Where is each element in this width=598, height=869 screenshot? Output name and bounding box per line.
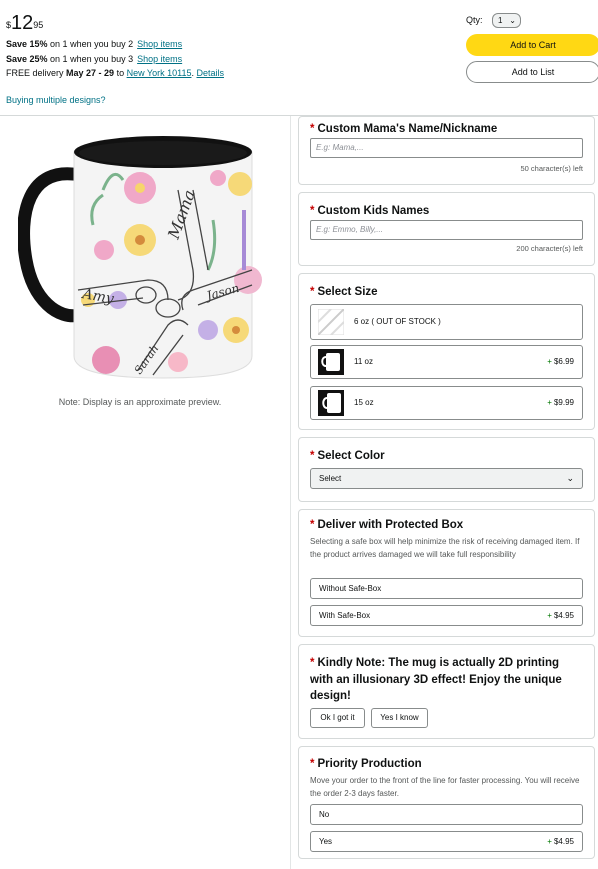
- kids-names-title-text: Custom Kids Names: [317, 205, 430, 217]
- color-select[interactable]: Select ⌄: [310, 468, 583, 489]
- mug-11oz-icon: [318, 349, 344, 375]
- priority-title-text: Priority Production: [317, 758, 422, 770]
- qty-label: Qty:: [466, 15, 483, 25]
- size-15oz-price: + $9.99: [547, 398, 574, 407]
- required-mark: *: [310, 519, 315, 531]
- qty-select[interactable]: 1 ⌄: [492, 13, 521, 28]
- plus-sign: +: [547, 837, 552, 846]
- protected-box-description: Selecting a safe box will help minimize …: [310, 537, 580, 559]
- card-select-color: * Select Color Select ⌄: [298, 437, 595, 502]
- unavailable-icon: [318, 309, 344, 335]
- protected-box-title-text: Deliver with Protected Box: [317, 519, 464, 531]
- kids-names-input[interactable]: E.g: Emmo, Billy,...: [310, 220, 583, 240]
- mama-name-title: * Custom Mama's Name/Nickname: [310, 123, 497, 135]
- offer-1-text: on 1 when you buy 2: [47, 39, 134, 49]
- add-to-list-button[interactable]: Add to List: [466, 61, 598, 83]
- without-safe-box-option[interactable]: Without Safe-Box: [310, 578, 583, 599]
- offer-line-1: Save 15% on 1 when you buy 2 Shop items: [6, 39, 182, 50]
- preview-note: Note: Display is an approximate preview.: [58, 397, 222, 407]
- priority-yes-price: + $4.95: [547, 837, 574, 846]
- price: $1295: [6, 12, 43, 34]
- delivery-details-link[interactable]: Details: [196, 68, 224, 78]
- required-mark: *: [310, 286, 315, 298]
- mug-illustration: Mama Amy Jason Sarah: [17, 136, 262, 379]
- priority-yes-option[interactable]: Yes + $4.95: [310, 831, 583, 852]
- add-to-cart-button[interactable]: Add to Cart: [466, 34, 598, 56]
- required-mark: *: [310, 123, 315, 135]
- card-mama-name: * Custom Mama's Name/Nickname E.g: Mama,.…: [298, 116, 595, 185]
- without-safe-box-label: Without Safe-Box: [319, 584, 382, 593]
- priority-title: * Priority Production: [310, 758, 422, 770]
- priority-no-option[interactable]: No: [310, 804, 583, 825]
- size-15oz-price-value: $9.99: [553, 398, 574, 407]
- mama-name-title-text: Custom Mama's Name/Nickname: [317, 123, 498, 135]
- delivery-dates: May 27 - 29: [66, 68, 115, 78]
- size-11oz-price-value: $6.99: [553, 357, 574, 366]
- card-protected-box: * Deliver with Protected Box Selecting a …: [298, 509, 595, 637]
- offer-2-text: on 1 when you buy 3: [47, 54, 134, 64]
- offer-line-2: Save 25% on 1 when you buy 3 Shop items: [6, 54, 182, 65]
- size-option-6oz[interactable]: 6 oz ( OUT OF STOCK ): [310, 304, 583, 340]
- offer-1-shop-link[interactable]: Shop items: [137, 39, 182, 49]
- card-select-size: * Select Size 6 oz ( OUT OF STOCK ) 11 oz…: [298, 273, 595, 430]
- required-mark: *: [310, 657, 315, 669]
- required-mark: *: [310, 450, 315, 462]
- size-11oz-label: 11 oz: [354, 357, 373, 366]
- plus-sign: +: [547, 611, 552, 620]
- mug-preview-image: Mama Amy Jason Sarah: [17, 130, 263, 380]
- priority-yes-price-value: $4.95: [553, 837, 574, 846]
- kids-names-title: * Custom Kids Names: [310, 205, 429, 217]
- delivery-prefix: FREE delivery: [6, 68, 67, 78]
- buying-multiple-link[interactable]: Buying multiple designs?: [6, 95, 106, 105]
- mama-name-counter: 50 character(s) left: [520, 164, 583, 173]
- color-selected-value: Select: [319, 474, 342, 483]
- offer-1-bold: Save 15%: [6, 39, 48, 49]
- card-priority-production: * Priority Production Move your order to …: [298, 746, 595, 859]
- kindly-note-title-text: Kindly Note: The mug is actually 2D prin…: [310, 657, 562, 702]
- protected-box-title: * Deliver with Protected Box: [310, 519, 463, 531]
- delivery-line: FREE delivery May 27 - 29 to New York 10…: [6, 68, 224, 79]
- priority-no-label: No: [319, 810, 330, 819]
- kindly-note-title: * Kindly Note: The mug is actually 2D pri…: [310, 655, 585, 705]
- price-whole: 12: [11, 12, 34, 34]
- size-15oz-label: 15 oz: [354, 398, 374, 407]
- chevron-down-icon: ⌄: [566, 473, 574, 483]
- size-title: * Select Size: [310, 286, 378, 298]
- mama-name-input[interactable]: E.g: Mama,...: [310, 138, 583, 158]
- priority-yes-label: Yes: [319, 837, 333, 846]
- plus-sign: +: [547, 398, 552, 407]
- mug-15oz-icon: [318, 390, 344, 416]
- size-option-15oz[interactable]: 15 oz + $9.99: [310, 386, 583, 420]
- offer-2-shop-link[interactable]: Shop items: [137, 54, 182, 64]
- delivery-to: to: [114, 68, 127, 78]
- card-kids-names: * Custom Kids Names E.g: Emmo, Billy,... …: [298, 192, 595, 266]
- with-safe-box-label: With Safe-Box: [319, 611, 371, 620]
- with-safe-box-price-value: $4.95: [553, 611, 574, 620]
- size-11oz-price: + $6.99: [547, 357, 574, 366]
- size-title-text: Select Size: [317, 286, 378, 298]
- price-symbol: $: [6, 20, 12, 30]
- size-option-11oz[interactable]: 11 oz + $6.99: [310, 345, 583, 379]
- card-kindly-note: * Kindly Note: The mug is actually 2D pri…: [298, 644, 595, 739]
- price-fraction: 95: [33, 20, 44, 30]
- with-safe-box-price: + $4.95: [547, 611, 574, 620]
- offer-2-bold: Save 25%: [6, 54, 48, 64]
- qty-value: 1: [498, 16, 503, 25]
- required-mark: *: [310, 205, 315, 217]
- delivery-location-link[interactable]: New York 10115: [127, 68, 192, 78]
- plus-sign: +: [547, 357, 552, 366]
- yes-i-know-button[interactable]: Yes I know: [371, 708, 428, 728]
- ok-got-it-button[interactable]: Ok I got it: [310, 708, 365, 728]
- chevron-down-icon: ⌄: [509, 16, 516, 25]
- priority-description: Move your order to the front of the line…: [310, 776, 580, 798]
- color-title-text: Select Color: [317, 450, 385, 462]
- with-safe-box-option[interactable]: With Safe-Box + $4.95: [310, 605, 583, 626]
- required-mark: *: [310, 758, 315, 770]
- kids-names-counter: 200 character(s) left: [516, 244, 583, 253]
- column-divider: [290, 116, 291, 869]
- color-title: * Select Color: [310, 450, 385, 462]
- size-6oz-label: 6 oz ( OUT OF STOCK ): [354, 317, 441, 326]
